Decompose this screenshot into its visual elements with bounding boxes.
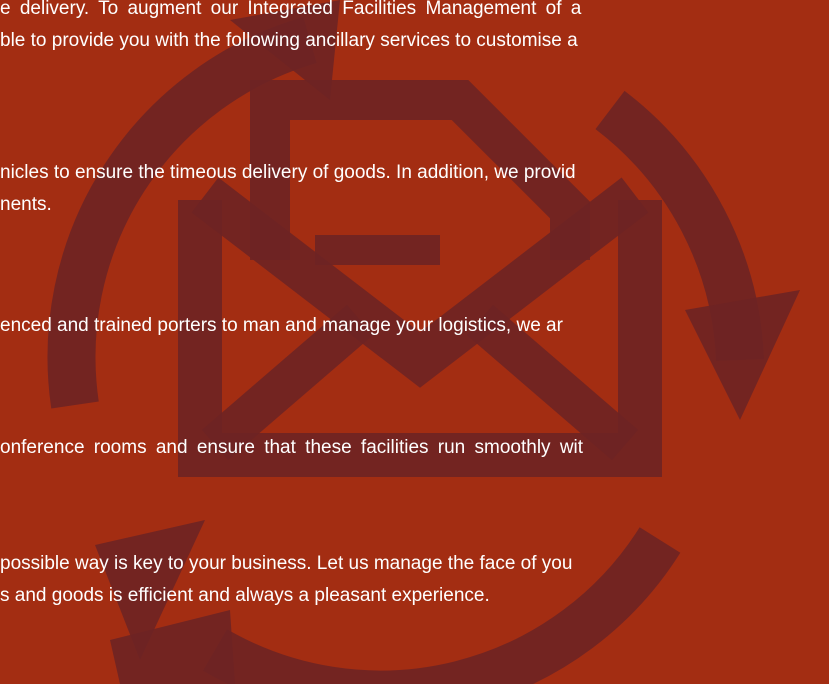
- paragraph-line: enced and trained porters to man and man…: [0, 315, 563, 336]
- paragraph-line: s and goods is efficient and always a pl…: [0, 585, 490, 606]
- services-text-section: e delivery. To augment our Integrated Fa…: [0, 0, 829, 684]
- paragraph-line: onference rooms and ensure that these fa…: [0, 437, 584, 458]
- paragraph-line: e delivery. To augment our Integrated Fa…: [0, 0, 582, 19]
- paragraph-line: nicles to ensure the timeous delivery of…: [0, 162, 576, 183]
- paragraph-line: possible way is key to your business. Le…: [0, 553, 573, 574]
- conference-paragraph: onference rooms and ensure that these fa…: [0, 432, 829, 464]
- porters-paragraph: enced and trained porters to man and man…: [0, 310, 829, 342]
- vehicles-paragraph: nicles to ensure the timeous delivery of…: [0, 157, 829, 221]
- reception-paragraph: possible way is key to your business. Le…: [0, 548, 829, 612]
- intro-paragraph: e delivery. To augment our Integrated Fa…: [0, 0, 829, 57]
- paragraph-line: ble to provide you with the following an…: [0, 30, 578, 51]
- paragraph-line: nents.: [0, 194, 52, 215]
